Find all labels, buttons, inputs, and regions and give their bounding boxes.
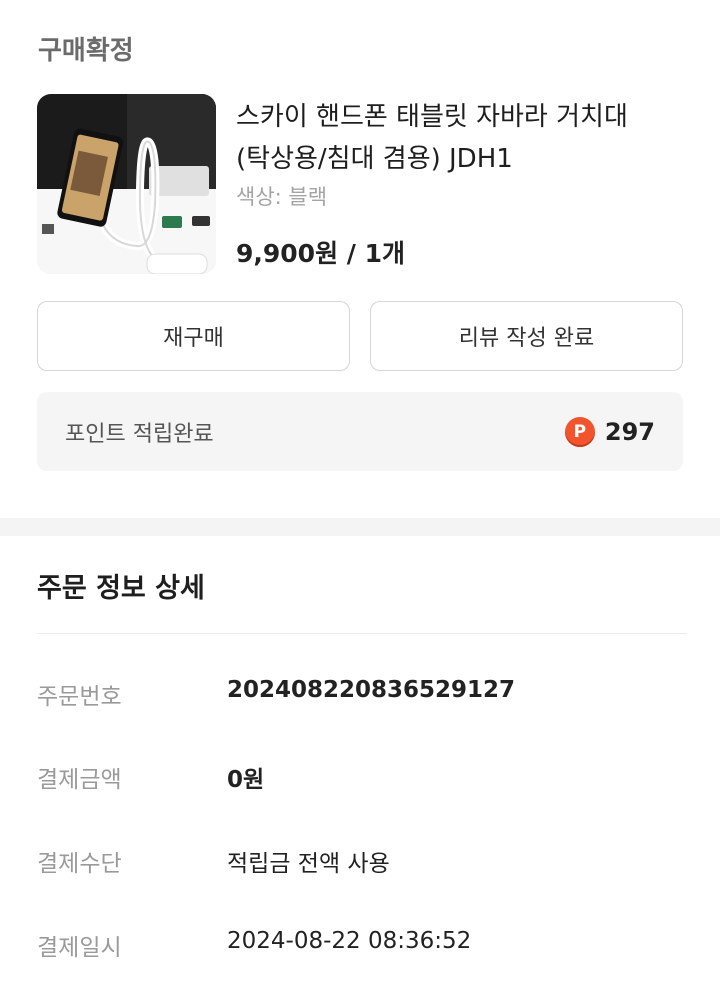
detail-key: 결제금액	[37, 767, 122, 793]
points-value: P 297	[564, 416, 655, 447]
product-image	[37, 94, 216, 274]
product-thumbnail[interactable]	[37, 94, 216, 274]
order-number-value[interactable]: 202408220836529127	[227, 677, 515, 703]
detail-key: 결제수단	[37, 851, 122, 877]
product-option: 색상: 블랙	[236, 185, 328, 209]
rebuy-button[interactable]: 재구매	[37, 301, 350, 371]
product-name-line2: (탁상용/침대 겸용) JDH1	[236, 144, 513, 174]
order-status-label: 구매확정	[38, 36, 134, 66]
payment-amount-value: 0원	[227, 767, 265, 793]
order-details-title: 주문 정보 상세	[37, 573, 205, 604]
detail-key: 주문번호	[37, 684, 122, 710]
points-earned-box: 포인트 적립완료 P 297	[37, 392, 683, 471]
point-coin-icon: P	[564, 416, 595, 447]
points-label: 포인트 적립완료	[65, 421, 214, 447]
detail-key: 결제일시	[37, 935, 122, 961]
product-price-quantity: 9,900원 / 1개	[236, 239, 406, 268]
product-name-line1: 스카이 핸드폰 태블릿 자바라 거치대	[236, 102, 628, 132]
section-divider	[0, 518, 720, 536]
product-name[interactable]: 스카이 핸드폰 태블릿 자바라 거치대 (탁상용/침대 겸용) JDH1	[236, 96, 686, 180]
rebuy-button-label: 재구매	[163, 326, 224, 351]
title-underline	[37, 633, 687, 634]
review-button-label: 리뷰 작성 완료	[458, 326, 595, 351]
payment-datetime-value: 2024-08-22 08:36:52	[227, 928, 472, 954]
review-complete-button[interactable]: 리뷰 작성 완료	[370, 301, 683, 371]
points-amount: 297	[604, 417, 655, 446]
payment-method-value: 적립금 전액 사용	[227, 851, 390, 877]
